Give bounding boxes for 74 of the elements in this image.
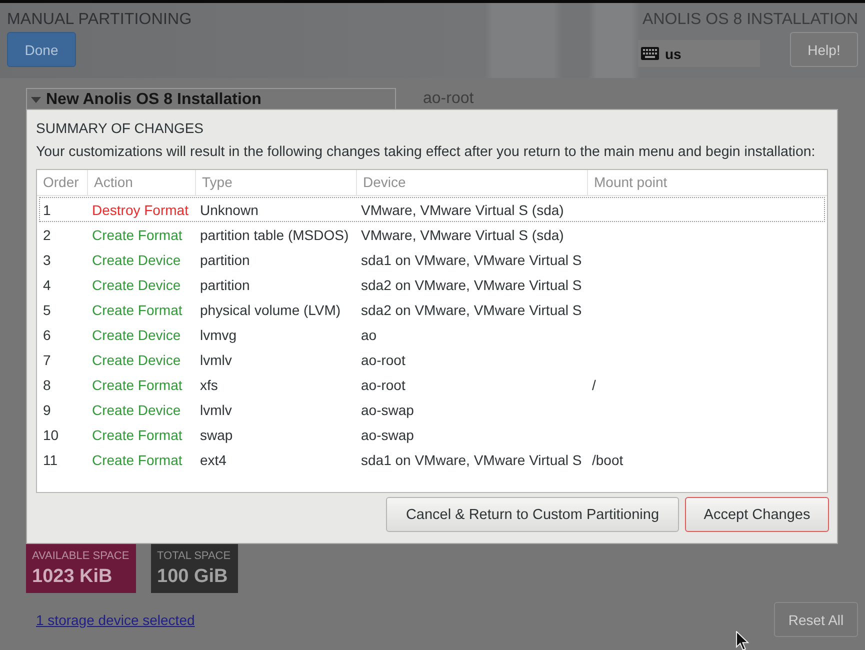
table-cell-text: lvmlv: [199, 400, 232, 418]
table-cell-text: lvmlv: [199, 350, 232, 368]
table-cell-text: sda1 on VMware, VMware Virtual S: [360, 450, 582, 468]
table-cell-text: ao-swap: [360, 426, 414, 444]
tile-label: AVAILABLE SPACE: [32, 550, 130, 563]
table-cell-text: VMware, VMware Virtual S (sda): [360, 226, 564, 244]
table-cell-text: Create Format: [91, 376, 182, 394]
table-cell-text: sda2 on VMware, VMware Virtual S: [360, 276, 582, 294]
table-cell-text: ext4: [199, 450, 226, 468]
table-row[interactable]: 6 Create Device lvmvg ao: [39, 322, 825, 347]
table-cell-text: Create Format: [91, 300, 182, 318]
table-cell-text: 8: [42, 376, 51, 394]
table-cell-text: 11: [42, 450, 58, 468]
table-cell-text: 3: [42, 250, 51, 268]
table-cell-text: 6: [42, 326, 51, 344]
table-cell-text: Create Device: [91, 276, 181, 294]
table-cell-text: lvmvg: [199, 326, 237, 344]
table-cell-text: partition: [199, 250, 250, 268]
table-cell-text: Create Format: [91, 426, 182, 444]
table-cell-text: VMware, VMware Virtual S (sda): [360, 200, 564, 218]
table-row[interactable]: 9 Create Device lvmlv ao-swap: [39, 397, 825, 422]
selected-device-name: ao-root: [423, 89, 474, 109]
tile-value: 100 GiB: [157, 565, 228, 589]
table-cell-text: sda1 on VMware, VMware Virtual S: [360, 250, 582, 268]
table-row[interactable]: 8 Create Format xfs ao-root /: [39, 372, 825, 397]
table-row[interactable]: 2 Create Format partition table (MSDOS) VMware, VMware Virtual S (sda): [39, 222, 825, 247]
dialog-description: Your customizations will result in the following changes taking effect after you return to the main menu and begin installation:: [36, 144, 816, 161]
product-title: ANOLIS OS 8 INSTALLATION: [642, 11, 858, 29]
table-cell-text: 4: [42, 276, 51, 294]
table-row[interactable]: 7 Create Device lvmlv ao-root: [39, 347, 825, 372]
accept-button[interactable]: Accept Changes: [685, 497, 829, 532]
table-cell-text: 7: [42, 350, 51, 368]
table-cell-text: 9: [42, 400, 51, 418]
table-cell-text: ao-swap: [360, 400, 414, 418]
table-cell-text: Create Device: [91, 400, 181, 418]
table-cell-text: /boot: [591, 450, 624, 468]
table-cell-text: ao-root: [360, 350, 406, 368]
expander-down-icon[interactable]: [31, 94, 41, 104]
table-cell-text: sda2 on VMware, VMware Virtual S: [360, 300, 582, 318]
mouse-pointer-icon: [736, 631, 749, 650]
table-cell-text: Create Format: [91, 450, 182, 468]
table-cell-text: Create Format: [91, 226, 182, 244]
dialog-title: SUMMARY OF CHANGES: [36, 119, 204, 137]
table-cell-text: Create Device: [91, 250, 181, 268]
cancel-button[interactable]: Cancel & Return to Custom Partitioning: [386, 497, 679, 532]
table-cell-text: 10: [42, 426, 59, 444]
table-cell-text: Create Device: [91, 326, 181, 344]
keyboard-icon: [641, 47, 659, 60]
table-cell-text: 5: [42, 300, 51, 318]
table-cell-text: swap: [199, 426, 233, 444]
tile-label: TOTAL SPACE: [157, 550, 231, 563]
screen-title: MANUAL PARTITIONING: [7, 11, 192, 29]
table-cell-text: 2: [42, 226, 51, 244]
table-cell-text: Create Device: [91, 350, 181, 368]
table-cell-text: ao-root: [360, 376, 406, 394]
tile-value: 1023 KiB: [32, 565, 112, 589]
table-row[interactable]: 3 Create Device partition sda1 on VMware, VMware Virtual S: [39, 247, 825, 272]
keyboard-layout-indicator[interactable]: us: [638, 40, 760, 67]
table-cell-text: /: [591, 376, 596, 394]
table-row[interactable]: 4 Create Device partition sda2 on VMware, VMware Virtual S: [39, 272, 825, 297]
table-cell-text: 1: [42, 200, 51, 218]
table-row[interactable]: 1 Destroy Format Unknown VMware, VMware Virtual S (sda): [39, 197, 825, 222]
table-cell-text: partition: [199, 276, 250, 294]
table-row[interactable]: 10 Create Format swap ao-swap: [39, 422, 825, 447]
installation-title: New Anolis OS 8 Installation: [46, 90, 262, 110]
table-row[interactable]: 11 Create Format ext4 sda1 on VMware, VMware Virtual S /boot: [39, 447, 825, 472]
table-cell-text: Unknown: [199, 200, 258, 218]
table-cell-text: ao: [360, 326, 377, 344]
table-cell-text: xfs: [199, 376, 218, 394]
keyboard-layout-label: us: [665, 46, 682, 62]
table-cell-text: partition table (MSDOS): [199, 226, 349, 244]
table-row[interactable]: 5 Create Format physical volume (LVM) sda2 on VMware, VMware Virtual S: [39, 297, 825, 322]
table-cell-text: physical volume (LVM): [199, 300, 341, 318]
table-cell-text: Destroy Format: [91, 200, 188, 218]
